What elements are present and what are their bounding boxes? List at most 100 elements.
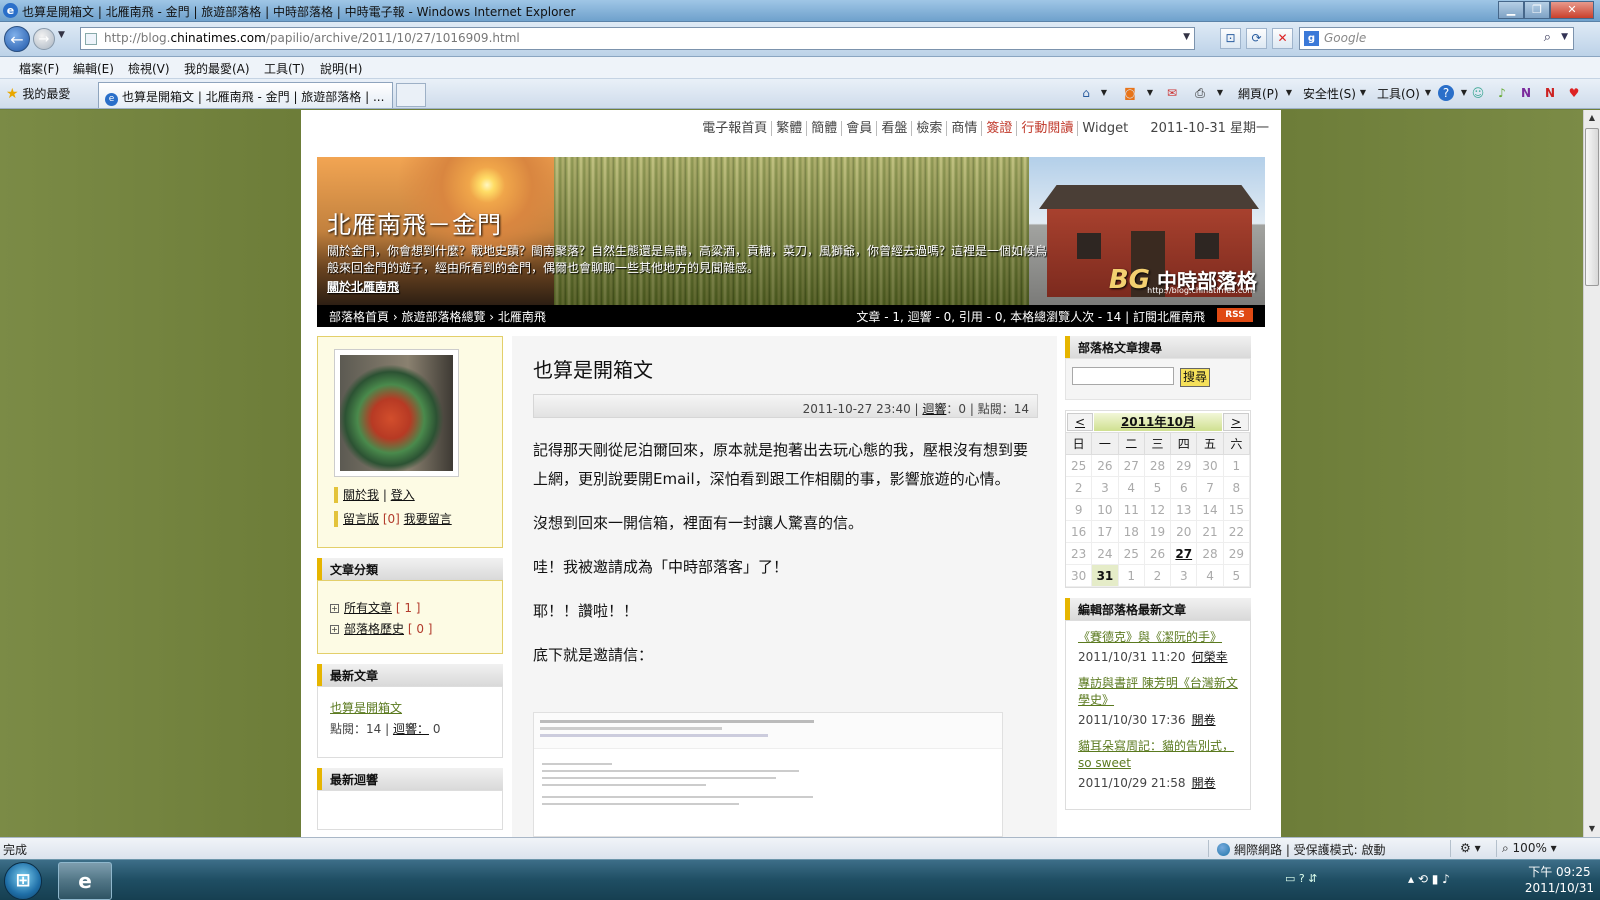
blog-stats[interactable]: 文章 - 1, 迴響 - 0, 引用 - 0, 本格總瀏覽人次 - 14 | 訂… bbox=[856, 308, 1205, 325]
back-button[interactable]: ← bbox=[4, 26, 30, 52]
maximize-button[interactable]: ❐ bbox=[1524, 1, 1550, 19]
post-reply-link[interactable]: 迴響 bbox=[922, 402, 946, 416]
rss-dropdown-icon[interactable]: ▼ bbox=[1142, 85, 1158, 101]
topnav-epaper[interactable]: 電子報首頁 bbox=[698, 121, 773, 136]
addon-icon[interactable]: ♥ bbox=[1566, 85, 1582, 101]
search-icon[interactable]: ⌕ bbox=[1544, 30, 1551, 45]
calendar-next-button[interactable]: > bbox=[1223, 413, 1249, 431]
topnav-member[interactable]: 會員 bbox=[842, 121, 878, 136]
blog-title[interactable]: 北雁南飛－金門 bbox=[327, 205, 502, 240]
calendar-day: 11 bbox=[1118, 499, 1145, 521]
editor-post-author[interactable]: 何榮幸 bbox=[1192, 650, 1228, 664]
guestbook-link[interactable]: 留言版 bbox=[343, 512, 379, 526]
taskbar-ie-button[interactable]: e bbox=[58, 862, 112, 900]
menu-favorites[interactable]: 我的最愛(A) bbox=[184, 60, 250, 77]
topnav-stock[interactable]: 看盤 bbox=[877, 121, 913, 136]
rss-feed-icon[interactable]: ◙ bbox=[1122, 85, 1138, 101]
safety-menu[interactable]: 安全性(S) bbox=[1303, 85, 1356, 102]
print-icon[interactable]: ⎙ bbox=[1192, 85, 1208, 101]
forward-button[interactable]: → bbox=[33, 28, 55, 50]
zoom-level[interactable]: ⌕ 100% ▾ bbox=[1502, 841, 1557, 856]
menu-help[interactable]: 說明(H) bbox=[320, 60, 362, 77]
expand-icon[interactable]: + bbox=[330, 625, 339, 634]
refresh-icon[interactable]: ⟳ bbox=[1246, 28, 1267, 49]
rss-button[interactable]: RSS bbox=[1217, 308, 1253, 322]
menu-file[interactable]: 檔案(F) bbox=[19, 60, 59, 77]
menu-tools[interactable]: 工具(T) bbox=[264, 60, 305, 77]
onenote-send-icon[interactable]: N bbox=[1542, 85, 1558, 101]
history-dropdown-icon[interactable]: ▼ bbox=[58, 30, 65, 40]
research-icon[interactable]: ♪ bbox=[1494, 85, 1510, 101]
tray-notification-icons[interactable]: ▴ ⟲ ▮ ♪ bbox=[1408, 872, 1450, 886]
blog-search-button[interactable]: 搜尋 bbox=[1180, 368, 1210, 387]
security-zone[interactable]: 網際網路 | 受保護模式: 啟動 bbox=[1217, 841, 1386, 858]
new-tab-button[interactable] bbox=[396, 83, 426, 107]
tray-system-icons[interactable]: ▭ ? ⇵ bbox=[1285, 872, 1317, 885]
menu-view[interactable]: 檢視(V) bbox=[128, 60, 170, 77]
scroll-down-icon[interactable]: ▼ bbox=[1584, 821, 1600, 837]
editor-post-date: 2011/10/30 17:36 bbox=[1078, 713, 1186, 727]
topnav-business[interactable]: 商情 bbox=[947, 121, 983, 136]
topnav-widget[interactable]: Widget bbox=[1078, 121, 1132, 136]
expand-icon[interactable]: + bbox=[330, 604, 339, 613]
onenote-icon[interactable]: N bbox=[1518, 85, 1534, 101]
topnav-simplified[interactable]: 簡體 bbox=[807, 121, 843, 136]
editor-post-link[interactable]: 《賽德克》與《潔阮的手》 bbox=[1078, 629, 1238, 646]
topnav-search[interactable]: 檢索 bbox=[912, 121, 948, 136]
breadcrumb-current[interactable]: 北雁南飛 bbox=[498, 310, 546, 324]
list-item[interactable]: + 部落格歷史 [ 0 ] bbox=[330, 620, 490, 637]
address-bar[interactable]: http://blog.chinatimes.com/papilio/archi… bbox=[80, 27, 1195, 50]
editor-post-link[interactable]: 專訪與書評 陳芳明《台灣新文學史》 bbox=[1078, 675, 1238, 709]
login-link[interactable]: 登入 bbox=[391, 488, 415, 502]
editor-post-author[interactable]: 開卷 bbox=[1192, 776, 1216, 790]
breadcrumb-category[interactable]: 旅遊部落格總覽 bbox=[401, 310, 485, 324]
blog-search-input[interactable] bbox=[1072, 367, 1174, 385]
topnav-mobile[interactable]: 行動閱讀 bbox=[1017, 121, 1079, 136]
close-button[interactable]: ✕ bbox=[1550, 1, 1594, 19]
breadcrumb-home[interactable]: 部落格首頁 bbox=[329, 310, 389, 324]
about-blog-link[interactable]: 關於北雁南飛 bbox=[327, 278, 399, 295]
about-me-link[interactable]: 關於我 bbox=[343, 488, 379, 502]
safety-dropdown-icon[interactable]: ▼ bbox=[1355, 85, 1371, 101]
list-item[interactable]: + 所有文章 [ 1 ] bbox=[330, 599, 490, 616]
calendar-day[interactable]: 27 bbox=[1171, 543, 1198, 565]
tab-active[interactable]: e 也算是開箱文 | 北雁南飛 - 金門 | 旅遊部落格 | ... bbox=[98, 82, 393, 108]
topnav-visa[interactable]: 簽證 bbox=[982, 121, 1018, 136]
popup-blocker-icon[interactable]: ⚙ ▾ bbox=[1460, 841, 1481, 855]
calendar-prev-button[interactable]: < bbox=[1067, 413, 1093, 431]
leave-message-link[interactable]: 我要留言 bbox=[404, 512, 452, 526]
mail-icon[interactable]: ✉ bbox=[1164, 85, 1180, 101]
recent-post-link[interactable]: 也算是開箱文 bbox=[330, 699, 490, 716]
tools-menu[interactable]: 工具(O) bbox=[1377, 85, 1420, 102]
search-dropdown-icon[interactable]: ▼ bbox=[1561, 32, 1568, 42]
post-title[interactable]: 也算是開箱文 bbox=[533, 354, 653, 383]
recent-post-reply-link[interactable]: 迴響： bbox=[393, 722, 429, 736]
topnav-traditional[interactable]: 繁體 bbox=[772, 121, 808, 136]
menu-edit[interactable]: 編輯(E) bbox=[73, 60, 114, 77]
scroll-thumb[interactable] bbox=[1585, 128, 1599, 286]
url-text[interactable]: http://blog.chinatimes.com/papilio/archi… bbox=[104, 31, 520, 45]
minimize-button[interactable]: ▁ bbox=[1498, 1, 1524, 19]
address-dropdown-icon[interactable]: ▼ bbox=[1183, 32, 1190, 42]
editor-post-author[interactable]: 開卷 bbox=[1192, 713, 1216, 727]
compatibility-icon[interactable]: ⊡ bbox=[1220, 28, 1241, 49]
help-icon[interactable]: ? bbox=[1438, 85, 1454, 101]
start-button[interactable]: ⊞ bbox=[4, 862, 42, 900]
stop-icon[interactable]: ✕ bbox=[1272, 28, 1293, 49]
tools-dropdown-icon[interactable]: ▼ bbox=[1420, 85, 1436, 101]
calendar-month[interactable]: 2011年10月 bbox=[1094, 413, 1222, 431]
scroll-up-icon[interactable]: ▲ bbox=[1584, 110, 1600, 126]
messenger-icon[interactable]: ☺ bbox=[1470, 85, 1486, 101]
editor-post-link[interactable]: 貓耳朵寫周記：貓的告別式，so sweet bbox=[1078, 738, 1238, 772]
avatar[interactable] bbox=[334, 349, 459, 477]
page-menu[interactable]: 網頁(P) bbox=[1238, 85, 1279, 102]
home-icon[interactable]: ⌂ bbox=[1078, 85, 1094, 101]
vertical-scrollbar[interactable]: ▲ ▼ bbox=[1583, 110, 1600, 837]
invitation-letter-image[interactable] bbox=[533, 712, 1003, 837]
favorites-button[interactable]: ★ 我的最愛 bbox=[6, 85, 70, 102]
home-dropdown-icon[interactable]: ▼ bbox=[1096, 85, 1112, 101]
print-dropdown-icon[interactable]: ▼ bbox=[1212, 85, 1228, 101]
search-box[interactable]: g Google ⌕ ▼ bbox=[1299, 27, 1574, 50]
clock[interactable]: 下午 09:25 2011/10/31 bbox=[1525, 864, 1594, 896]
page-dropdown-icon[interactable]: ▼ bbox=[1281, 85, 1297, 101]
